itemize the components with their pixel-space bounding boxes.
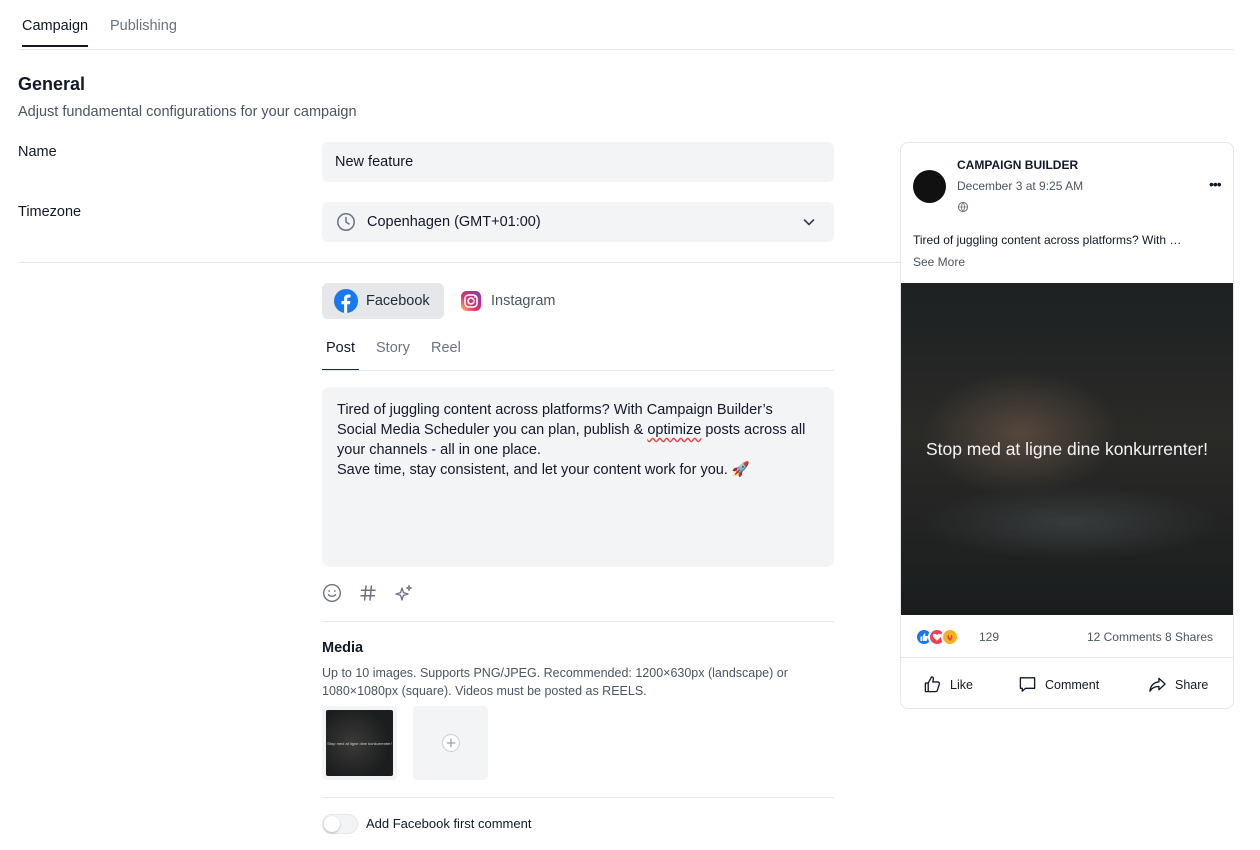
media-thumbnail[interactable]: Stop med at ligne dine konkurrenter! <box>322 706 397 780</box>
section-divider <box>18 262 900 263</box>
tab-reel[interactable]: Reel <box>431 340 461 370</box>
reaction-icons <box>915 627 959 647</box>
comment-button[interactable]: Comment <box>1018 675 1099 694</box>
globe-icon <box>957 201 969 213</box>
instagram-icon <box>461 291 481 311</box>
section-subtitle: Adjust fundamental configurations for yo… <box>18 104 357 120</box>
toggle-knob <box>324 816 340 832</box>
editor-text-segment: Social Media Scheduler you can plan, pub… <box>337 422 648 438</box>
clock-icon <box>337 213 355 231</box>
add-media-button[interactable] <box>413 706 488 780</box>
comment-label: Comment <box>1045 677 1100 692</box>
preview-post-text: Tired of juggling content across platfor… <box>913 233 1182 247</box>
page-avatar <box>913 170 946 203</box>
reaction-count: 129 <box>979 630 1000 644</box>
tab-campaign[interactable]: Campaign <box>22 18 89 47</box>
editor-divider <box>322 621 834 622</box>
media-divider <box>322 797 834 798</box>
ai-sparkle-icon[interactable] <box>394 583 414 603</box>
tab-post[interactable]: Post <box>322 340 360 371</box>
chevron-down-icon <box>803 219 815 226</box>
media-thumbnail-image: Stop med at ligne dine konkurrenter! <box>326 710 393 776</box>
platform-instagram-label: Instagram <box>491 293 556 309</box>
tab-story[interactable]: Story <box>376 340 410 370</box>
timezone-select[interactable]: Copenhagen (GMT+01:00) <box>322 202 834 242</box>
post-date: December 3 at 9:25 AM <box>957 179 1084 193</box>
first-comment-toggle[interactable] <box>322 814 358 834</box>
spellcheck-word[interactable]: optimize <box>647 422 701 438</box>
like-label: Like <box>950 677 973 692</box>
hashtag-icon[interactable] <box>358 583 378 603</box>
section-title: General <box>18 74 86 94</box>
page-name: CAMPAIGN BUILDER <box>957 158 1079 172</box>
comment-icon <box>1019 677 1036 692</box>
name-input[interactable]: New feature <box>322 142 834 182</box>
actions-divider <box>901 657 1233 658</box>
timezone-label: Timezone <box>18 204 82 220</box>
media-thumbnail-caption: Stop med at ligne dine konkurrenter! <box>327 740 392 746</box>
tab-publishing[interactable]: Publishing <box>110 18 177 46</box>
top-tab-bar: Campaign Publishing <box>18 0 1234 50</box>
share-button[interactable]: Share <box>1148 675 1208 694</box>
name-label: Name <box>18 144 57 160</box>
preview-post-image: Stop med at ligne dine konkurrenter! <box>901 283 1233 615</box>
thumbs-up-icon <box>924 676 941 693</box>
timezone-value: Copenhagen (GMT+01:00) <box>367 214 541 230</box>
editor-line: Social Media Scheduler you can plan, pub… <box>337 420 819 440</box>
media-title: Media <box>322 640 364 656</box>
plus-circle-icon <box>441 733 460 753</box>
post-text-editor[interactable]: Tired of juggling content across platfor… <box>322 387 834 567</box>
share-icon <box>1149 677 1166 692</box>
media-description: Up to 10 images. Supports PNG/JPEG. Reco… <box>322 666 788 698</box>
subtab-divider <box>322 370 834 371</box>
platform-facebook-label: Facebook <box>366 293 430 309</box>
platform-facebook-button[interactable]: Facebook <box>322 283 444 319</box>
editor-text-segment: posts across all <box>701 422 806 438</box>
see-more-link[interactable]: See More <box>913 255 965 269</box>
comments-shares-count: 12 Comments 8 Shares <box>1086 630 1213 644</box>
first-comment-label: Add Facebook first comment <box>366 816 532 831</box>
name-input-value: New feature <box>335 154 414 170</box>
facebook-post-preview: CAMPAIGN BUILDER December 3 at 9:25 AM •… <box>900 142 1234 709</box>
like-button[interactable]: Like <box>923 675 973 694</box>
editor-line: Tired of juggling content across platfor… <box>337 402 773 418</box>
preview-image-caption: Stop med at ligne dine konkurrenter! <box>925 439 1209 459</box>
emoji-icon[interactable] <box>322 583 342 603</box>
care-reaction-icon <box>941 628 959 646</box>
editor-line: your channels - all in one place. <box>337 442 541 458</box>
share-label: Share <box>1175 677 1209 692</box>
platform-instagram-button[interactable]: Instagram <box>460 283 572 319</box>
more-options-icon[interactable]: ••• <box>1209 176 1222 192</box>
facebook-icon <box>334 289 358 313</box>
editor-line: Save time, stay consistent, and let your… <box>337 462 750 478</box>
